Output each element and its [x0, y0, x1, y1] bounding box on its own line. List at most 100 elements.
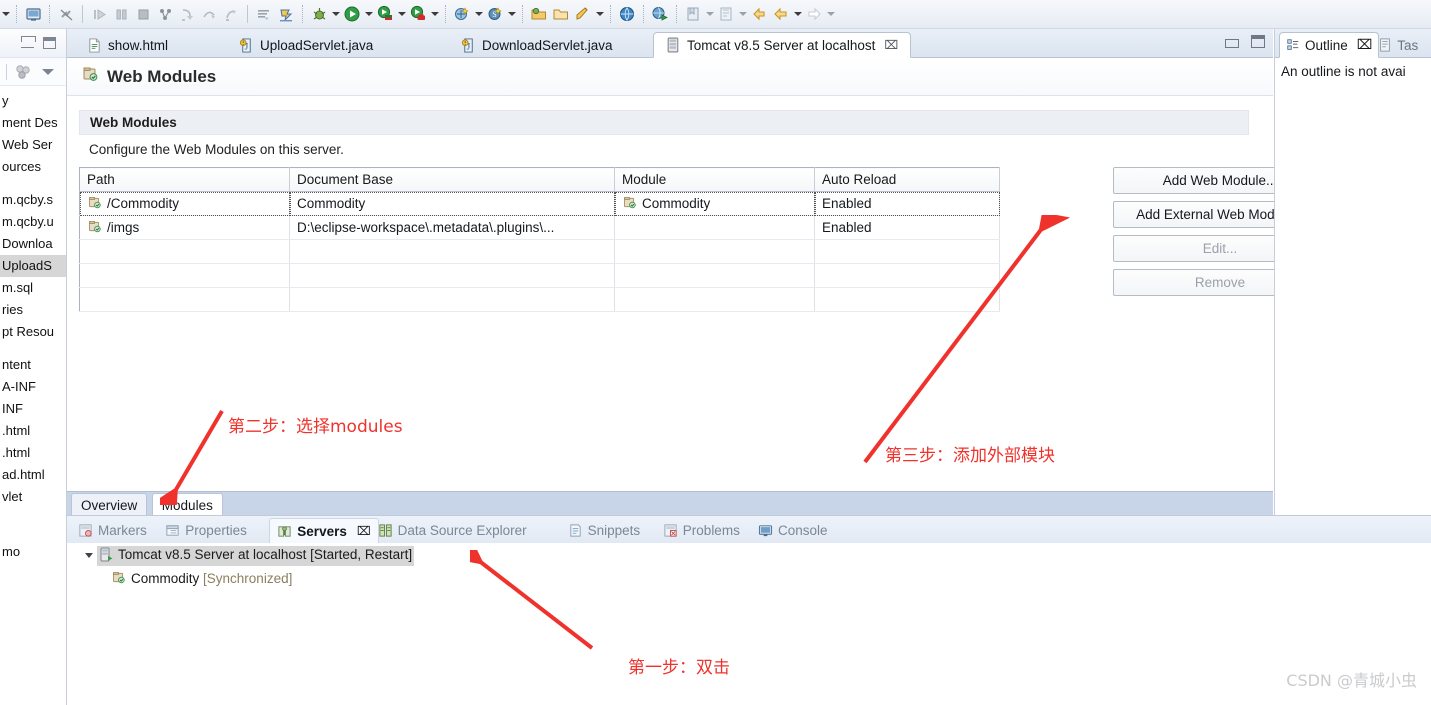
package-explorer-item[interactable]: m.qcby.s	[0, 189, 66, 211]
view-menu-icon[interactable]	[42, 69, 54, 75]
package-explorer-item[interactable]: vlet	[0, 486, 66, 508]
servers-tree-server-row[interactable]: Tomcat v8.5 Server at localhost [Started…	[67, 544, 1431, 567]
package-explorer-item[interactable]: ad.html	[0, 464, 66, 486]
search-dropdown-caret[interactable]	[506, 4, 517, 24]
column-header[interactable]: Auto Reload	[814, 167, 1000, 192]
editor-maximize-icon[interactable]	[1251, 35, 1265, 48]
close-icon[interactable]: ⌧	[1357, 37, 1373, 53]
external-tools-icon[interactable]	[716, 4, 736, 24]
editor-tab-3[interactable]: Tomcat v8.5 Server at localhost ⌧	[653, 32, 912, 58]
package-explorer-item[interactable]: m.qcby.u	[0, 211, 66, 233]
column-header[interactable]: Module	[614, 167, 815, 192]
bottom-view-stack: Markers Properties Servers ⌧ Data Source Exp…	[67, 515, 1431, 705]
forward-dropdown-caret[interactable]	[825, 4, 836, 24]
run-icon[interactable]	[342, 4, 362, 24]
package-explorer-item[interactable]: .html	[0, 420, 66, 442]
column-header[interactable]: Path	[79, 167, 290, 192]
skip-breakpoints-icon[interactable]	[254, 4, 274, 24]
close-icon[interactable]: ⌧	[357, 524, 371, 538]
globe-icon[interactable]	[617, 4, 637, 24]
debug-icon[interactable]	[309, 4, 329, 24]
close-icon[interactable]: ⌧	[884, 38, 898, 52]
editor-page-tab-overview[interactable]: Overview	[71, 493, 148, 516]
disconnect-icon[interactable]	[155, 4, 175, 24]
package-explorer-item[interactable]: ntent	[0, 354, 66, 376]
terminate-icon[interactable]	[133, 4, 153, 24]
new-wizard-icon[interactable]	[452, 4, 472, 24]
view-tab-properties[interactable]: Properties	[158, 518, 254, 543]
new-window-icon[interactable]	[23, 4, 43, 24]
back-icon[interactable]	[749, 4, 769, 24]
toolbar-dropdown-caret[interactable]	[0, 4, 11, 24]
package-explorer-item[interactable]: ources	[0, 156, 66, 178]
run-dropdown-caret[interactable]	[363, 4, 374, 24]
package-explorer-item[interactable]: pt Resou	[0, 321, 66, 343]
table-row[interactable]: /Commodity Commodity Commodity Enabled	[79, 191, 1000, 216]
editor-tab-0[interactable]: show.html	[75, 32, 180, 58]
open-folder-icon[interactable]	[529, 4, 549, 24]
drop-to-frame-icon[interactable]	[276, 4, 296, 24]
table-row[interactable]	[79, 287, 1000, 312]
package-explorer-item[interactable]: Web Ser	[0, 134, 66, 156]
collapse-all-icon[interactable]	[14, 65, 34, 83]
open-folder2-icon[interactable]	[551, 4, 571, 24]
editor-tab-2[interactable]: J DownloadServlet.java	[449, 32, 625, 58]
package-explorer-item[interactable]: INF	[0, 398, 66, 420]
package-explorer-item[interactable]: .html	[0, 442, 66, 464]
package-explorer-item[interactable]: ries	[0, 299, 66, 321]
package-explorer-item[interactable]: Downloa	[0, 233, 66, 255]
bookmark-icon[interactable]	[683, 4, 703, 24]
run-server-icon[interactable]	[375, 4, 395, 24]
cell-path: /Commodity	[79, 191, 290, 216]
column-header[interactable]: Document Base	[289, 167, 615, 192]
outline-tab-outline[interactable]: Outline ⌧	[1279, 32, 1380, 58]
step-into-icon[interactable]	[177, 4, 197, 24]
view-tab-data-source-explorer[interactable]: Data Source Explorer	[371, 518, 534, 543]
brush-icon[interactable]	[573, 4, 593, 24]
servers-tree-module-row[interactable]: Commodity [Synchronized]	[67, 567, 1431, 590]
table-row[interactable]: /imgs D:\eclipse-workspace\.metadata\.plu…	[79, 215, 1000, 240]
step-return-icon[interactable]	[221, 4, 241, 24]
stop-server-icon[interactable]	[408, 4, 428, 24]
table-row[interactable]	[79, 239, 1000, 264]
package-explorer-item[interactable]: UploadS	[0, 255, 66, 277]
view-tab-console[interactable]: Console	[751, 518, 835, 543]
editor-tab-1[interactable]: J UploadServlet.java	[227, 32, 385, 58]
view-tab-servers[interactable]: Servers ⌧	[269, 518, 379, 543]
table-row[interactable]	[79, 263, 1000, 288]
view-tab-markers[interactable]: Markers	[71, 518, 154, 543]
package-explorer-item[interactable]: m.sql	[0, 277, 66, 299]
forward-icon[interactable]	[804, 4, 824, 24]
debug-dropdown-caret[interactable]	[330, 4, 341, 24]
chevron-down-icon[interactable]	[81, 553, 97, 558]
brush-dropdown-caret[interactable]	[594, 4, 605, 24]
maximize-icon[interactable]	[43, 37, 56, 49]
server-icon	[666, 37, 681, 53]
package-explorer-item[interactable]: A-INF	[0, 376, 66, 398]
minimize-icon[interactable]	[21, 36, 36, 48]
step-over-icon[interactable]	[199, 4, 219, 24]
web-modules-table[interactable]: Path Document Base Module Auto Reload /Comm…	[79, 167, 1000, 312]
view-tab-snippets[interactable]: Snippets	[561, 518, 648, 543]
run-web-icon[interactable]	[650, 4, 670, 24]
bookmark-dropdown-caret[interactable]	[704, 4, 715, 24]
package-explorer-item[interactable]: y	[0, 90, 66, 112]
search-icon[interactable]: S	[485, 4, 505, 24]
back-dropdown-caret[interactable]	[792, 4, 803, 24]
view-tab-problems[interactable]: Problems	[656, 518, 747, 543]
resume-icon[interactable]	[89, 4, 109, 24]
package-explorer-item[interactable]: ment Des	[0, 112, 66, 134]
run-server-dropdown-caret[interactable]	[396, 4, 407, 24]
editor-minimize-icon[interactable]	[1225, 39, 1239, 48]
suspend-icon[interactable]	[111, 4, 131, 24]
external-tools-dropdown-caret[interactable]	[737, 4, 748, 24]
back2-icon[interactable]	[771, 4, 791, 24]
outline-tab-tas[interactable]: Tas	[1372, 32, 1424, 58]
package-explorer-item[interactable]: mo	[0, 541, 66, 563]
package-explorer-tree[interactable]: y ment Des Web Ser ources m.qcby.s m.qcby.u …	[0, 86, 66, 563]
stop-server-dropdown-caret[interactable]	[429, 4, 440, 24]
link-broken-icon[interactable]	[56, 4, 76, 24]
editor-page-tab-modules[interactable]: Modules	[151, 493, 223, 516]
new-wizard-dropdown-caret[interactable]	[473, 4, 484, 24]
